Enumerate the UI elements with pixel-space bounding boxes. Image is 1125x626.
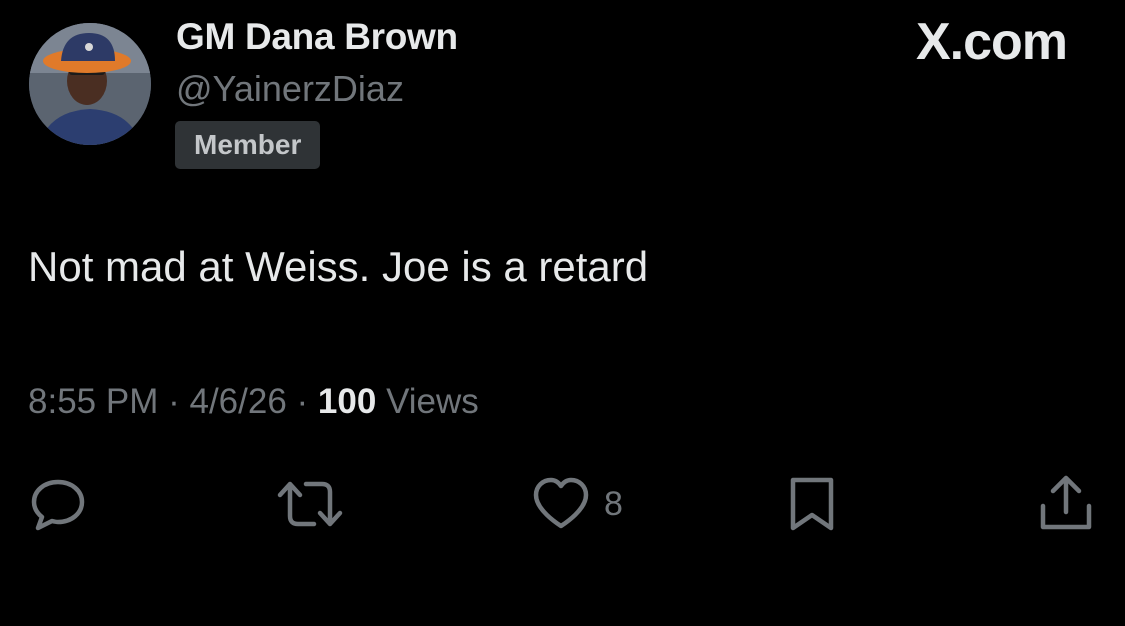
views-count: 100	[317, 382, 377, 421]
repost-button[interactable]	[276, 474, 344, 534]
share-button[interactable]	[1036, 474, 1096, 534]
post-text: Not mad at Weiss. Joe is a retard	[28, 243, 649, 290]
author-handle[interactable]: @YainerzDiaz	[176, 68, 404, 110]
post-time[interactable]: 8:55 PM	[28, 382, 158, 421]
heart-icon	[533, 477, 589, 529]
share-icon	[1040, 475, 1092, 530]
bookmark-button[interactable]	[784, 474, 840, 534]
repost-icon	[277, 481, 343, 527]
like-button[interactable]: 8	[530, 474, 623, 534]
reply-button[interactable]	[28, 474, 88, 534]
meta-separator: ·	[168, 382, 180, 421]
meta-separator: ·	[296, 382, 309, 421]
reply-icon	[31, 479, 85, 531]
post-meta: 8:55 PM · 4/6/26 · 100 Views	[28, 382, 479, 422]
avatar[interactable]	[29, 23, 151, 145]
x-brand-logo: X.com	[915, 13, 1068, 71]
post-date[interactable]: 4/6/26	[189, 382, 286, 421]
member-badge: Member	[175, 121, 321, 169]
action-bar: 8	[0, 474, 1125, 534]
author-display-name[interactable]: GM Dana Brown	[176, 16, 458, 58]
views-label: Views	[386, 382, 479, 421]
like-count: 8	[604, 484, 623, 523]
bookmark-icon	[790, 477, 834, 531]
